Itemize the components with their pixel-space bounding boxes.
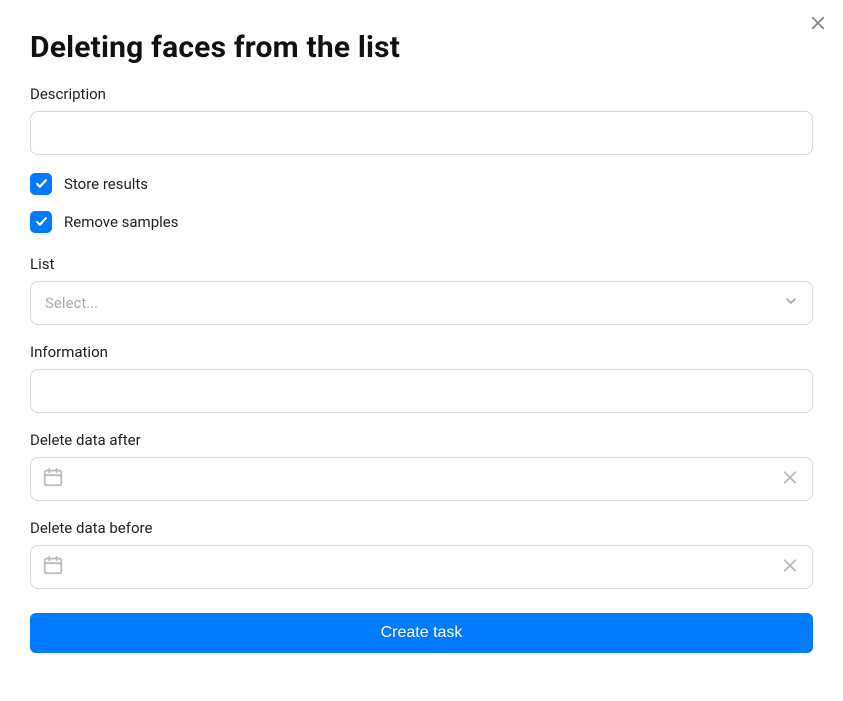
- description-input[interactable]: [30, 111, 813, 155]
- close-button[interactable]: [805, 10, 831, 36]
- description-label: Description: [30, 85, 813, 103]
- delete-before-group: Delete data before: [30, 519, 813, 589]
- clear-icon: [781, 475, 799, 490]
- store-results-checkbox[interactable]: [30, 173, 52, 195]
- check-icon: [35, 213, 48, 232]
- clear-icon: [781, 563, 799, 578]
- description-group: Description: [30, 85, 813, 155]
- list-label: List: [30, 255, 813, 273]
- store-results-row: Store results: [30, 173, 813, 195]
- delete-before-wrapper: [30, 545, 813, 589]
- remove-samples-row: Remove samples: [30, 211, 813, 233]
- delete-after-wrapper: [30, 457, 813, 501]
- list-select[interactable]: Select...: [30, 281, 813, 325]
- store-results-label: Store results: [64, 175, 148, 193]
- delete-after-label: Delete data after: [30, 431, 813, 449]
- modal-title: Deleting faces from the list: [30, 30, 813, 65]
- delete-after-input[interactable]: [30, 457, 813, 501]
- information-group: Information: [30, 343, 813, 413]
- remove-samples-label: Remove samples: [64, 213, 178, 231]
- delete-after-group: Delete data after: [30, 431, 813, 501]
- delete-before-input[interactable]: [30, 545, 813, 589]
- close-icon: [809, 14, 827, 32]
- modal-dialog: Deleting faces from the list Description…: [0, 0, 843, 683]
- delete-before-clear-button[interactable]: [779, 555, 801, 580]
- information-input[interactable]: [30, 369, 813, 413]
- list-group: List Select...: [30, 255, 813, 325]
- list-placeholder: Select...: [45, 294, 98, 312]
- delete-before-label: Delete data before: [30, 519, 813, 537]
- create-task-button[interactable]: Create task: [30, 613, 813, 653]
- remove-samples-checkbox[interactable]: [30, 211, 52, 233]
- information-label: Information: [30, 343, 813, 361]
- list-select-wrapper: Select...: [30, 281, 813, 325]
- delete-after-clear-button[interactable]: [779, 467, 801, 492]
- check-icon: [35, 175, 48, 194]
